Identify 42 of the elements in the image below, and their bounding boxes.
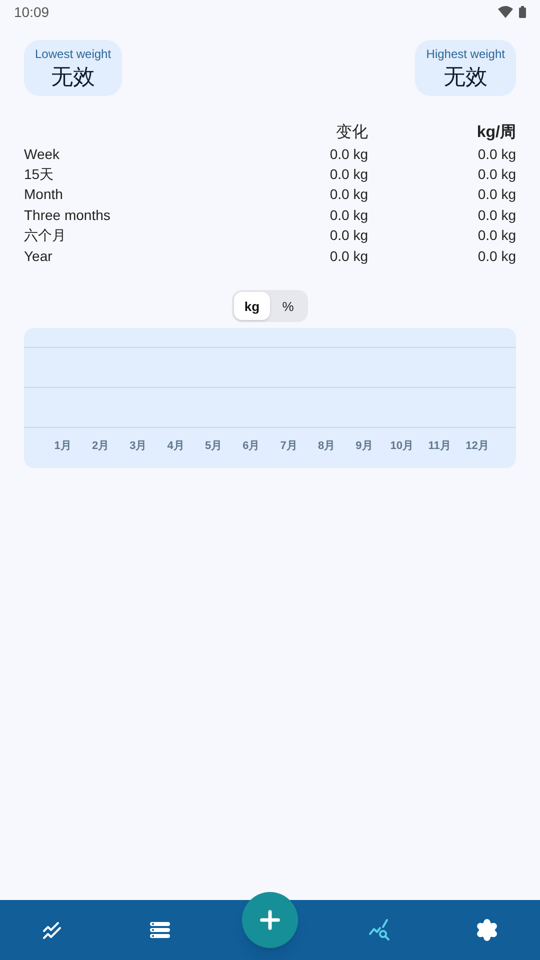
battery-icon <box>519 6 526 18</box>
period-label: Month <box>24 185 64 204</box>
table-cell-text: 0.0 kg <box>476 206 516 225</box>
unit-tab[interactable]: % <box>270 292 306 320</box>
table-cell-text: 0.0 kg <box>328 226 368 246</box>
month-label: 7月 <box>279 439 298 454</box>
table-cell-text: 0.0 kg <box>328 206 368 225</box>
column-header: kg/周 <box>476 123 516 143</box>
unit-tab[interactable]: kg <box>234 292 270 320</box>
column-header: 变化 <box>335 122 368 143</box>
card-label: Highest weight <box>426 46 505 63</box>
month-label: 2月 <box>90 439 110 454</box>
table-cell-text: 0.0 kg <box>476 144 516 164</box>
month-label: 9月 <box>354 439 374 454</box>
period-label: Year <box>24 246 54 266</box>
status-time: 10:09 <box>14 2 50 22</box>
table-cell-text: 0.0 kg <box>476 246 516 266</box>
period-label: Week <box>24 144 61 164</box>
card-label: Lowest weight <box>35 46 112 63</box>
month-label: 11月 <box>427 439 452 454</box>
month-label: 6月 <box>242 439 261 454</box>
card-value: 无效 <box>51 63 96 91</box>
month-label: 4月 <box>166 439 186 454</box>
card-value: 无效 <box>444 63 488 91</box>
chart-search-icon <box>368 918 392 942</box>
month-label: 1月 <box>53 439 72 454</box>
month-label: 5月 <box>204 439 224 454</box>
table-cell-text: 0.0 kg <box>476 185 516 204</box>
wifi-icon <box>498 6 513 18</box>
table-cell-text: 0.0 kg <box>328 246 368 266</box>
month-label: 12月 <box>464 439 490 454</box>
period-label: 15天 <box>24 165 55 184</box>
month-label: 3月 <box>128 439 148 454</box>
month-label: 10月 <box>389 439 414 454</box>
table-cell-text: 0.0 kg <box>328 185 368 204</box>
period-label: 六个月 <box>24 226 67 246</box>
table-cell-text: 0.0 kg <box>476 165 516 184</box>
table-cell-text: 0.0 kg <box>476 226 516 246</box>
table-cell-text: 0.0 kg <box>328 165 368 184</box>
period-label: Three months <box>24 206 112 225</box>
month-label: 8月 <box>316 439 336 454</box>
table-cell-text: 0.0 kg <box>328 144 368 164</box>
